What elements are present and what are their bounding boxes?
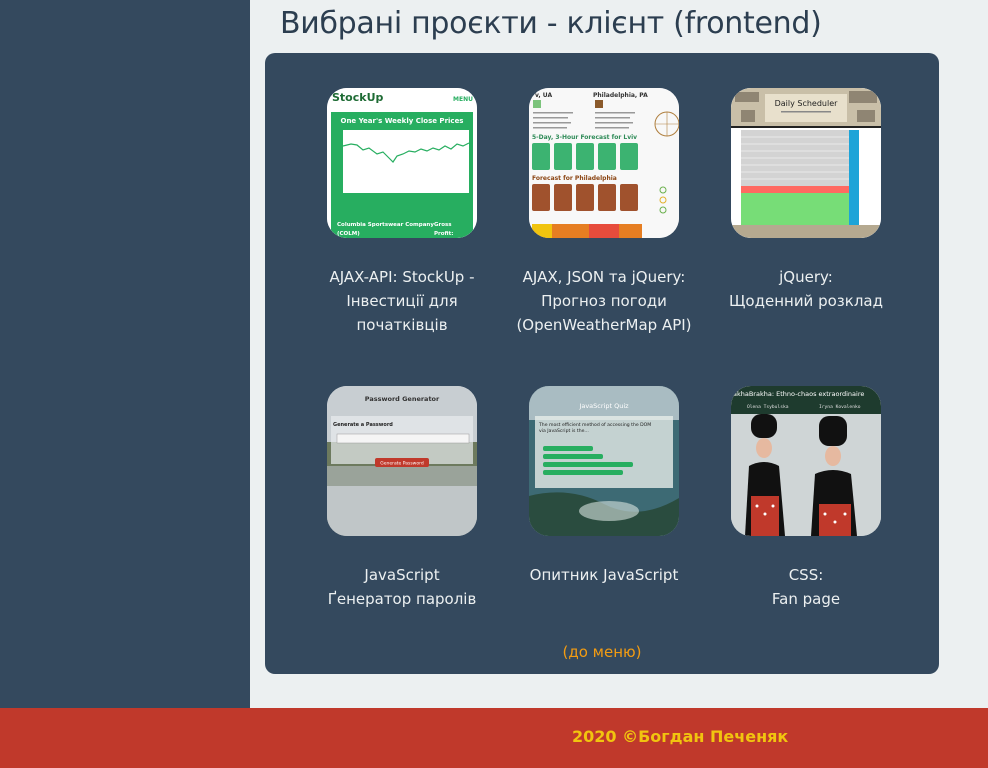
footer-copyright: 2020 ©Богдан Печеняк — [572, 727, 789, 746]
projects-panel: StockUp MENU One Year's Weekly Close Pri… — [265, 53, 939, 674]
back-to-menu-link[interactable]: (до меню) — [265, 643, 939, 661]
svg-text:The most efficient method of a: The most efficient method of accessing t… — [538, 422, 651, 428]
main-content: Вибрані проєкти - клієнт (frontend) Stoc… — [250, 0, 988, 708]
svg-text:JavaScript Quiz: JavaScript Quiz — [578, 402, 629, 410]
project-card-weather[interactable]: v, UA Philadelphia, PA 5-Day, 3-Hour For… — [504, 88, 704, 337]
svg-text:Forecast for Philadelphia: Forecast for Philadelphia — [532, 175, 617, 182]
svg-text:5-Day, 3-Hour Forecast for Lvi: 5-Day, 3-Hour Forecast for Lviv — [532, 134, 637, 141]
svg-text:via JavaScript is the...: via JavaScript is the... — [539, 428, 589, 434]
svg-text:Philadelphia, PA: Philadelphia, PA — [593, 92, 648, 99]
svg-text:Profit:: Profit: — [434, 231, 453, 237]
svg-text:Olena Tsybulska: Olena Tsybulska — [747, 404, 789, 410]
project-thumbnail-scheduler[interactable]: Daily Scheduler — [731, 88, 881, 238]
weather-screenshot: v, UA Philadelphia, PA 5-Day, 3-Hour For… — [529, 88, 679, 238]
svg-text:MENU: MENU — [453, 96, 473, 103]
project-thumbnail-stockup[interactable]: StockUp MENU One Year's Weekly Close Pri… — [327, 88, 477, 238]
svg-text:Daily Scheduler: Daily Scheduler — [775, 99, 839, 108]
project-caption: jQuery: Щоденний розклад — [729, 268, 883, 310]
project-thumbnail-quiz[interactable]: JavaScript Quiz The most efficient metho… — [529, 386, 679, 536]
footer: 2020 ©Богдан Печеняк — [0, 708, 988, 768]
project-card-stockup[interactable]: StockUp MENU One Year's Weekly Close Pri… — [302, 88, 502, 337]
scheduler-screenshot: Daily Scheduler — [731, 88, 881, 238]
sidebar — [0, 0, 250, 708]
svg-text:StockUp: StockUp — [332, 91, 384, 104]
project-caption: JavaScript Ґенератор паролів — [327, 566, 477, 608]
project-caption: CSS: Fan page — [771, 566, 841, 608]
svg-text:Columbia Sportswear Company: Columbia Sportswear Company — [337, 222, 434, 228]
fanpage-screenshot: akhaBrakha: Ethno-chaos extraordinaire O… — [731, 386, 881, 536]
project-thumbnail-fanpage[interactable]: akhaBrakha: Ethno-chaos extraordinaire O… — [731, 386, 881, 536]
project-caption: Опитник JavaScript — [529, 566, 679, 584]
svg-text:v, UA: v, UA — [535, 92, 552, 99]
stockup-screenshot: StockUp MENU One Year's Weekly Close Pri… — [327, 88, 477, 238]
project-caption: AJAX, JSON та jQuery: Прогноз погоди (Op… — [516, 268, 692, 334]
svg-text:Password Generator: Password Generator — [365, 395, 440, 403]
project-thumbnail-password[interactable]: Password Generator Generate a Password G… — [327, 386, 477, 536]
project-card-quiz[interactable]: JavaScript Quiz The most efficient metho… — [504, 386, 704, 587]
quiz-screenshot: JavaScript Quiz The most efficient metho… — [529, 386, 679, 536]
svg-text:akhaBrakha: Ethno-chaos extrao: akhaBrakha: Ethno-chaos extraordinaire — [733, 390, 864, 398]
svg-text:Generate Password: Generate Password — [380, 461, 424, 467]
page-title: Вибрані проєкти - клієнт (frontend) — [280, 6, 822, 41]
svg-text:(COLM): (COLM) — [337, 231, 360, 237]
svg-text:Gross: Gross — [434, 222, 452, 228]
svg-text:One Year's Weekly Close Prices: One Year's Weekly Close Prices — [341, 117, 464, 125]
project-card-password[interactable]: Password Generator Generate a Password G… — [302, 386, 502, 611]
project-card-scheduler[interactable]: Daily Scheduler jQuery: Щоденний розклад — [706, 88, 906, 313]
project-caption: AJAX-API: StockUp - Інвестиції для почат… — [329, 268, 475, 334]
svg-text:Iryna Kovalenko: Iryna Kovalenko — [819, 404, 861, 410]
project-thumbnail-weather[interactable]: v, UA Philadelphia, PA 5-Day, 3-Hour For… — [529, 88, 679, 238]
project-card-fanpage[interactable]: akhaBrakha: Ethno-chaos extraordinaire O… — [706, 386, 906, 611]
svg-text:Generate a Password: Generate a Password — [333, 422, 393, 428]
password-screenshot: Password Generator Generate a Password G… — [327, 386, 477, 536]
